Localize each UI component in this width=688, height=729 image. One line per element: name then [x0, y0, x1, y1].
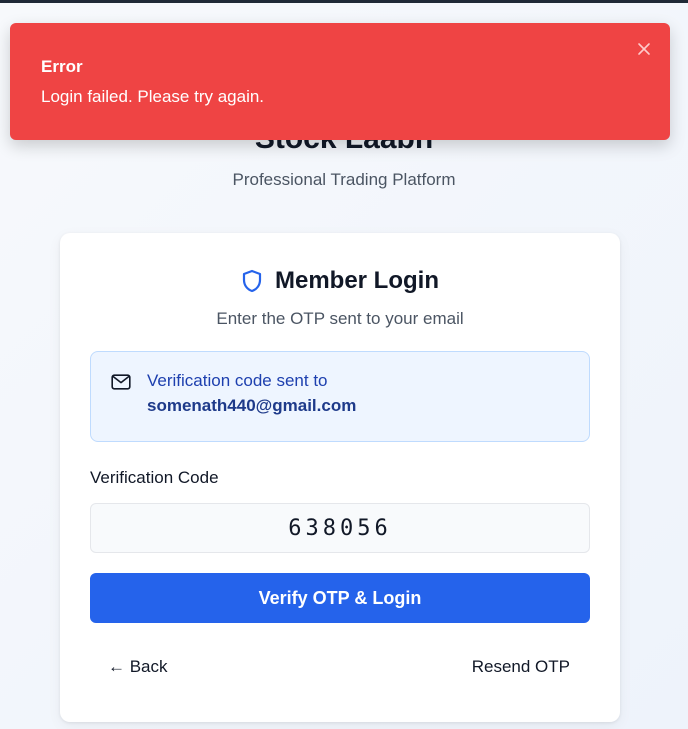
verification-email: somenath440@gmail.com	[147, 396, 357, 415]
error-toast: Error Login failed. Please try again.	[10, 23, 670, 140]
brand-subtitle: Professional Trading Platform	[232, 170, 456, 189]
card-header: Member Login	[60, 263, 620, 299]
toast-title: Error	[41, 57, 83, 76]
verification-info-box: Verification code sent to somenath440@gm…	[90, 351, 590, 442]
mail-icon	[111, 374, 131, 395]
login-card: Member Login Enter the OTP sent to your …	[60, 233, 620, 722]
resend-otp-link[interactable]: Resend OTP	[472, 657, 570, 677]
otp-input[interactable]	[90, 503, 590, 553]
top-border-strip	[0, 0, 688, 3]
toast-message: Login failed. Please try again.	[41, 87, 265, 106]
back-link[interactable]: ← Back	[108, 657, 168, 677]
card-description: Enter the OTP sent to your email	[216, 309, 464, 328]
close-icon[interactable]	[634, 39, 654, 59]
verification-info-text: Verification code sent to	[147, 371, 328, 390]
shield-icon	[241, 269, 263, 293]
card-title: Member Login	[274, 267, 439, 294]
otp-field-label: Verification Code	[90, 468, 219, 487]
verify-otp-login-button[interactable]: Verify OTP & Login	[90, 573, 590, 623]
